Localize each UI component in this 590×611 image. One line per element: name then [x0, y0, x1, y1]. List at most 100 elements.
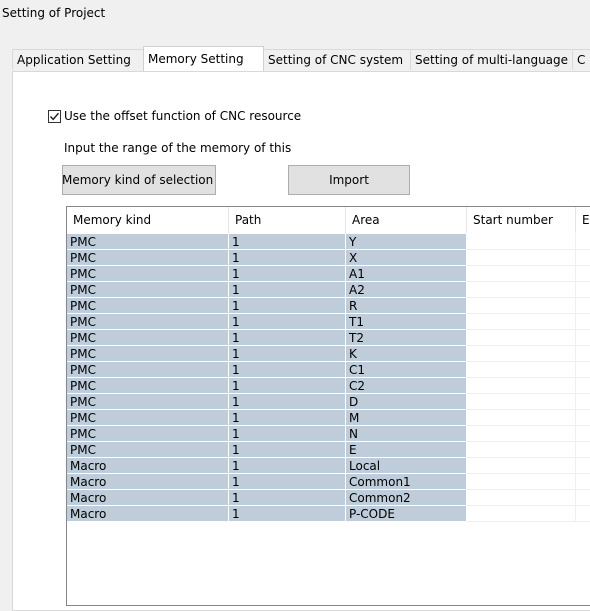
cell-end[interactable] — [576, 282, 590, 298]
cell-memory-kind[interactable]: PMC — [67, 282, 229, 298]
cell-memory-kind[interactable]: Macro — [67, 506, 229, 522]
cell-path[interactable]: 1 — [229, 426, 346, 442]
cell-path[interactable]: 1 — [229, 266, 346, 282]
cell-end[interactable] — [576, 506, 590, 522]
cell-start-number[interactable] — [467, 506, 576, 522]
column-header-path[interactable]: Path — [229, 207, 346, 233]
cell-end[interactable] — [576, 314, 590, 330]
cell-memory-kind[interactable]: PMC — [67, 250, 229, 266]
cell-start-number[interactable] — [467, 394, 576, 410]
cell-start-number[interactable] — [467, 346, 576, 362]
cell-end[interactable] — [576, 266, 590, 282]
cell-path[interactable]: 1 — [229, 346, 346, 362]
cell-area[interactable]: C2 — [346, 378, 467, 394]
cell-memory-kind[interactable]: Macro — [67, 474, 229, 490]
cell-path[interactable]: 1 — [229, 474, 346, 490]
cell-start-number[interactable] — [467, 410, 576, 426]
table-row[interactable]: PMC 1 C1 — [67, 362, 590, 378]
cell-path[interactable]: 1 — [229, 442, 346, 458]
table-row[interactable]: PMC 1 E — [67, 442, 590, 458]
cell-path[interactable]: 1 — [229, 458, 346, 474]
table-row[interactable]: PMC 1 D — [67, 394, 590, 410]
cell-end[interactable] — [576, 426, 590, 442]
cell-memory-kind[interactable]: PMC — [67, 410, 229, 426]
cell-memory-kind[interactable]: PMC — [67, 394, 229, 410]
cell-path[interactable]: 1 — [229, 410, 346, 426]
cell-area[interactable]: K — [346, 346, 467, 362]
tab-overflow[interactable]: C — [572, 49, 590, 70]
tab-memory-setting[interactable]: Memory Setting — [143, 46, 264, 71]
cell-start-number[interactable] — [467, 378, 576, 394]
tab-setting-of-multi-language[interactable]: Setting of multi-language — [410, 49, 573, 70]
table-row[interactable]: PMC 1 R — [67, 298, 590, 314]
cell-memory-kind[interactable]: PMC — [67, 442, 229, 458]
cell-path[interactable]: 1 — [229, 282, 346, 298]
cell-area[interactable]: T2 — [346, 330, 467, 346]
table-row[interactable]: PMC 1 X — [67, 250, 590, 266]
cell-end[interactable] — [576, 442, 590, 458]
table-row[interactable]: PMC 1 A2 — [67, 282, 590, 298]
table-row[interactable]: PMC 1 K — [67, 346, 590, 362]
cell-path[interactable]: 1 — [229, 362, 346, 378]
cell-area[interactable]: Local — [346, 458, 467, 474]
cell-start-number[interactable] — [467, 266, 576, 282]
cell-memory-kind[interactable]: PMC — [67, 330, 229, 346]
cell-start-number[interactable] — [467, 458, 576, 474]
cell-area[interactable]: R — [346, 298, 467, 314]
table-row[interactable]: Macro 1 Local — [67, 458, 590, 474]
cell-path[interactable]: 1 — [229, 314, 346, 330]
column-header-end[interactable]: E — [576, 207, 590, 233]
cell-area[interactable]: T1 — [346, 314, 467, 330]
cell-end[interactable] — [576, 298, 590, 314]
cell-start-number[interactable] — [467, 362, 576, 378]
column-header-start-number[interactable]: Start number — [467, 207, 576, 233]
table-row[interactable]: PMC 1 Y — [67, 234, 590, 250]
cell-start-number[interactable] — [467, 442, 576, 458]
cell-end[interactable] — [576, 490, 590, 506]
cell-path[interactable]: 1 — [229, 250, 346, 266]
cell-area[interactable]: C1 — [346, 362, 467, 378]
cell-path[interactable]: 1 — [229, 298, 346, 314]
cell-memory-kind[interactable]: PMC — [67, 362, 229, 378]
cell-area[interactable]: X — [346, 250, 467, 266]
cell-end[interactable] — [576, 362, 590, 378]
cell-path[interactable]: 1 — [229, 330, 346, 346]
cell-area[interactable]: Y — [346, 234, 467, 250]
cell-end[interactable] — [576, 394, 590, 410]
cell-area[interactable]: A1 — [346, 266, 467, 282]
cell-area[interactable]: D — [346, 394, 467, 410]
cell-area[interactable]: E — [346, 442, 467, 458]
import-button[interactable]: Import — [288, 165, 410, 195]
memory-range-grid[interactable]: Memory kind Path Area Start number E PMC… — [66, 206, 590, 606]
cell-start-number[interactable] — [467, 474, 576, 490]
cell-path[interactable]: 1 — [229, 378, 346, 394]
cell-end[interactable] — [576, 234, 590, 250]
cell-area[interactable]: N — [346, 426, 467, 442]
cell-start-number[interactable] — [467, 298, 576, 314]
table-row[interactable]: PMC 1 N — [67, 426, 590, 442]
table-row[interactable]: Macro 1 Common1 — [67, 474, 590, 490]
cell-area[interactable]: Common1 — [346, 474, 467, 490]
cell-end[interactable] — [576, 474, 590, 490]
cell-memory-kind[interactable]: Macro — [67, 458, 229, 474]
table-row[interactable]: PMC 1 C2 — [67, 378, 590, 394]
cell-end[interactable] — [576, 250, 590, 266]
cell-area[interactable]: M — [346, 410, 467, 426]
cell-start-number[interactable] — [467, 234, 576, 250]
cell-memory-kind[interactable]: PMC — [67, 378, 229, 394]
cell-start-number[interactable] — [467, 330, 576, 346]
cell-start-number[interactable] — [467, 426, 576, 442]
table-row[interactable]: PMC 1 T2 — [67, 330, 590, 346]
cell-start-number[interactable] — [467, 282, 576, 298]
cell-path[interactable]: 1 — [229, 490, 346, 506]
cell-memory-kind[interactable]: PMC — [67, 314, 229, 330]
cell-area[interactable]: Common2 — [346, 490, 467, 506]
cell-path[interactable]: 1 — [229, 394, 346, 410]
cell-end[interactable] — [576, 330, 590, 346]
cell-path[interactable]: 1 — [229, 234, 346, 250]
cell-memory-kind[interactable]: Macro — [67, 490, 229, 506]
cell-start-number[interactable] — [467, 490, 576, 506]
offset-function-checkbox[interactable] — [48, 110, 61, 123]
cell-end[interactable] — [576, 410, 590, 426]
table-row[interactable]: PMC 1 M — [67, 410, 590, 426]
